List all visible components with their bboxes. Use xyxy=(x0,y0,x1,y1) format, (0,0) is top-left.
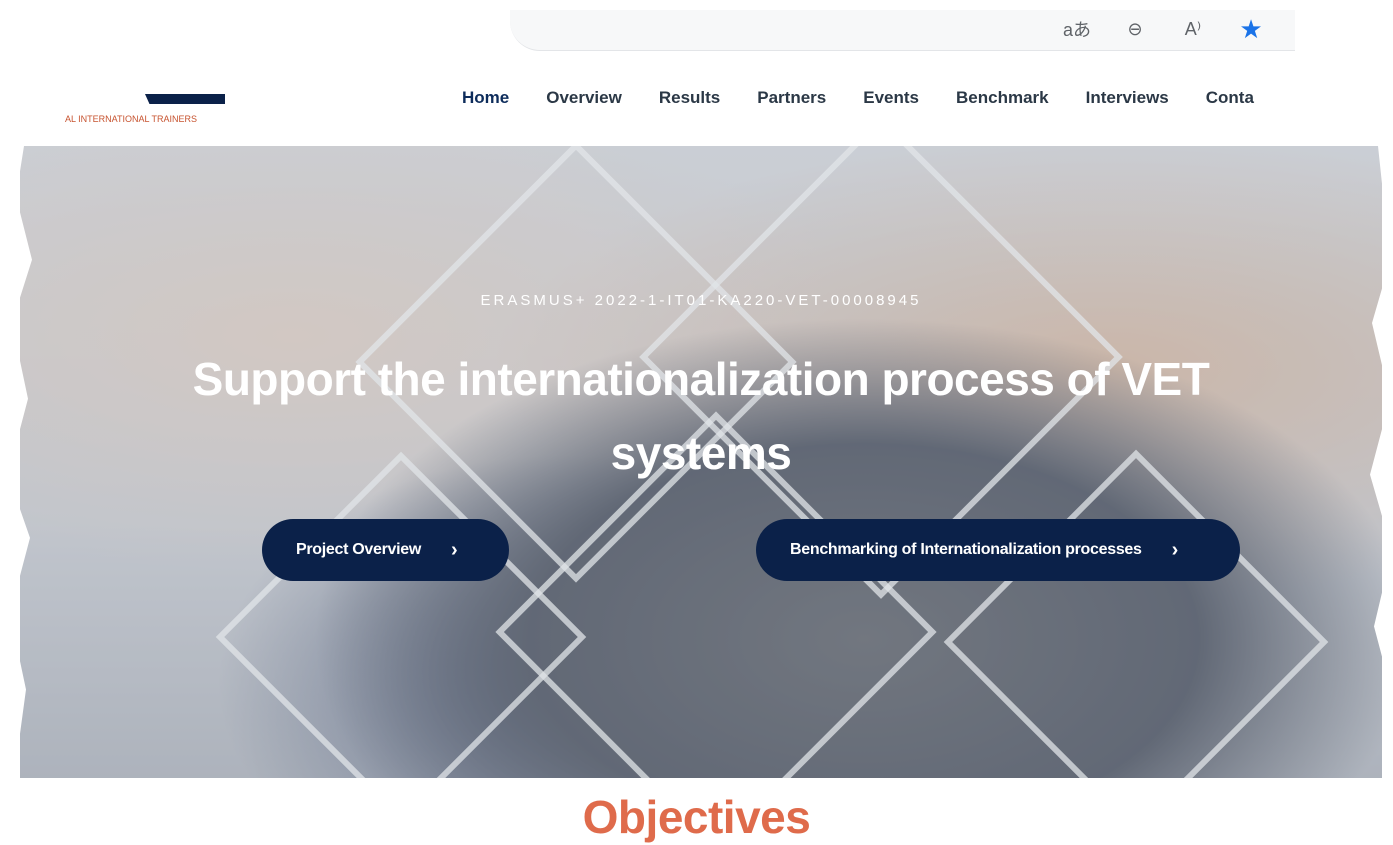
project-overview-label: Project Overview xyxy=(296,541,422,558)
nav-overview[interactable]: Overview xyxy=(546,86,622,110)
nav-home[interactable]: Home xyxy=(462,86,509,110)
hero-banner: ERASMUS+ 2022-1-IT01-KA220-VET-00008945 … xyxy=(20,146,1382,778)
hero-title: Support the internationalization process… xyxy=(192,353,1210,479)
browser-address-bar: aあ ⊖ A⁾ ★ xyxy=(510,10,1295,51)
nav-partners[interactable]: Partners xyxy=(757,86,826,110)
nav-interviews[interactable]: Interviews xyxy=(1086,86,1169,110)
translate-icon[interactable]: aあ xyxy=(1059,14,1095,44)
chevron-right-icon: › xyxy=(451,538,458,561)
read-aloud-icon[interactable]: A⁾ xyxy=(1175,14,1211,44)
nav-contact[interactable]: Conta xyxy=(1206,86,1254,110)
site-logo[interactable]: AL INTERNATIONAL TRAINERS xyxy=(55,88,225,128)
nav-events[interactable]: Events xyxy=(863,86,919,110)
favorite-star-icon[interactable]: ★ xyxy=(1233,14,1269,44)
objectives-heading: Objectives xyxy=(582,791,811,843)
benchmarking-label: Benchmarking of Internationalization pro… xyxy=(790,541,1142,558)
chevron-right-icon: › xyxy=(1171,538,1179,561)
nav-benchmark[interactable]: Benchmark xyxy=(956,86,1049,110)
logo-mark xyxy=(145,94,225,104)
logo-text: AL INTERNATIONAL TRAINERS xyxy=(65,114,198,124)
zoom-out-icon[interactable]: ⊖ xyxy=(1117,14,1153,44)
nav-results[interactable]: Results xyxy=(659,86,720,110)
browser-toolbar-icons: aあ ⊖ A⁾ ★ xyxy=(1059,14,1269,44)
project-overview-button[interactable]: Project Overview › xyxy=(262,519,509,581)
hero-subtitle: ERASMUS+ 2022-1-IT01-KA220-VET-00008945 xyxy=(480,292,922,309)
benchmarking-button[interactable]: Benchmarking of Internationalization pro… xyxy=(756,519,1240,581)
main-navigation: Home Overview Results Partners Events Be… xyxy=(462,86,1278,110)
